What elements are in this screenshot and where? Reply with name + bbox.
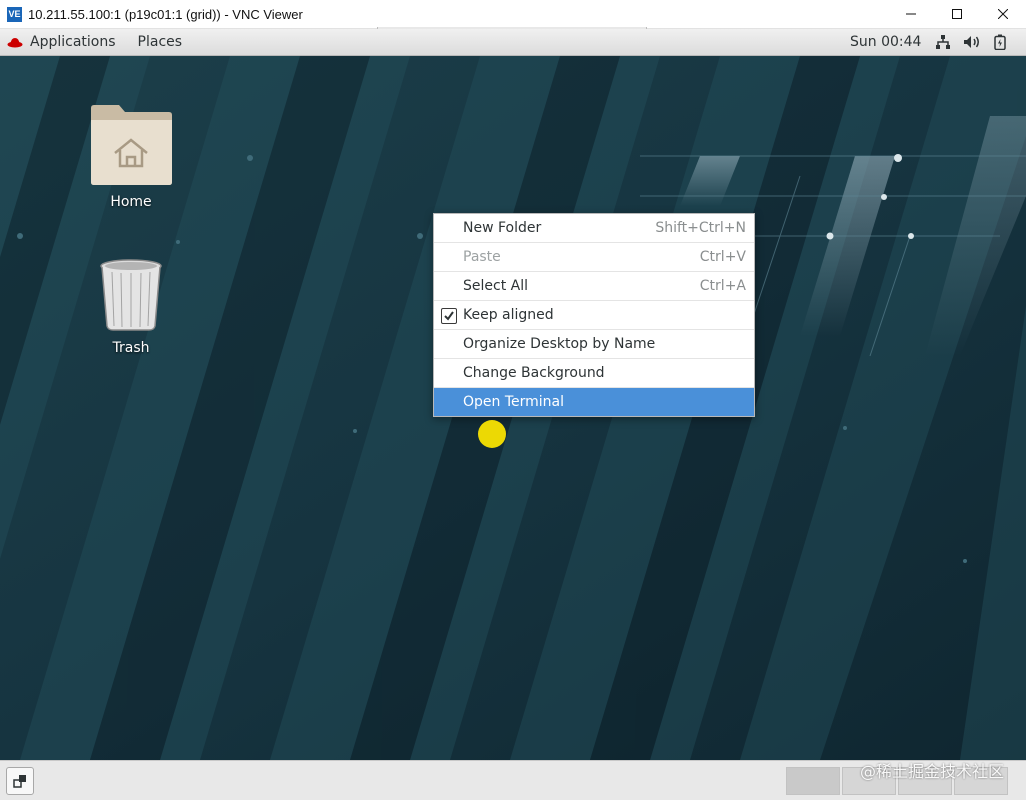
- redhat-icon: [7, 38, 23, 48]
- menu-item-shortcut: Ctrl+V: [699, 249, 746, 265]
- window-titlebar[interactable]: VE 10.211.55.100:1 (p19c01:1 (grid)) - V…: [0, 0, 1026, 29]
- checkbox-checked-icon[interactable]: [441, 308, 457, 324]
- menu-item-shortcut: Shift+Ctrl+N: [655, 220, 746, 236]
- bottom-panel: @稀土掘金技术社区: [0, 760, 1026, 800]
- menu-item-label: Open Terminal: [463, 394, 565, 410]
- clock[interactable]: Sun 00:44: [850, 34, 921, 50]
- menu-item-label: Select All: [463, 278, 528, 294]
- desktop-icon-label: Home: [110, 194, 152, 210]
- desktop-context-menu: New Folder Shift+Ctrl+N Paste Ctrl+V Sel…: [433, 213, 755, 417]
- workspace-1[interactable]: [786, 767, 840, 795]
- minimize-icon: [906, 13, 916, 15]
- close-icon: [998, 9, 1008, 19]
- close-button[interactable]: [980, 0, 1026, 28]
- window-controls: [888, 0, 1026, 28]
- network-icon[interactable]: [935, 34, 951, 50]
- menu-item-select-all[interactable]: Select All Ctrl+A: [434, 272, 754, 301]
- gnome-top-bar: Applications Places Sun 00:44: [0, 29, 1026, 56]
- menu-item-paste[interactable]: Paste Ctrl+V: [434, 243, 754, 272]
- trash-icon: [100, 259, 162, 331]
- menu-item-label: Organize Desktop by Name: [463, 336, 656, 352]
- battery-icon[interactable]: [994, 34, 1006, 50]
- window-list-icon: [13, 775, 26, 788]
- menu-item-label: Keep aligned: [463, 307, 554, 323]
- vnc-viewer-logo-icon: VE: [7, 6, 22, 22]
- desktop-icon-home[interactable]: Home: [81, 104, 181, 210]
- menu-item-change-background[interactable]: Change Background: [434, 359, 754, 388]
- maximize-button[interactable]: [934, 0, 980, 28]
- menu-item-new-folder[interactable]: New Folder Shift+Ctrl+N: [434, 214, 754, 243]
- menu-item-label: New Folder: [463, 220, 542, 236]
- menu-item-open-terminal[interactable]: Open Terminal: [434, 388, 754, 416]
- home-folder-icon: [91, 105, 172, 185]
- checkmark-icon: [444, 311, 454, 321]
- menu-item-shortcut: Ctrl+A: [699, 278, 746, 294]
- menu-item-keep-aligned[interactable]: Keep aligned: [434, 301, 754, 330]
- menu-item-label: Paste: [463, 249, 501, 265]
- cursor-highlight: [478, 420, 506, 448]
- watermark: @稀土掘金技术社区: [859, 762, 1004, 781]
- minimize-button[interactable]: [888, 0, 934, 28]
- menu-item-label: Change Background: [463, 365, 605, 381]
- applications-menu[interactable]: Applications: [30, 34, 116, 50]
- desktop-icon-trash[interactable]: Trash: [81, 258, 181, 356]
- volume-icon[interactable]: [963, 34, 981, 50]
- desktop-icon-label: Trash: [112, 340, 150, 356]
- show-desktop-button[interactable]: [6, 767, 34, 795]
- menu-item-organize-desktop[interactable]: Organize Desktop by Name: [434, 330, 754, 359]
- window-title: 10.211.55.100:1 (p19c01:1 (grid)) - VNC …: [28, 6, 303, 22]
- places-menu[interactable]: Places: [138, 34, 183, 50]
- maximize-icon: [952, 9, 962, 19]
